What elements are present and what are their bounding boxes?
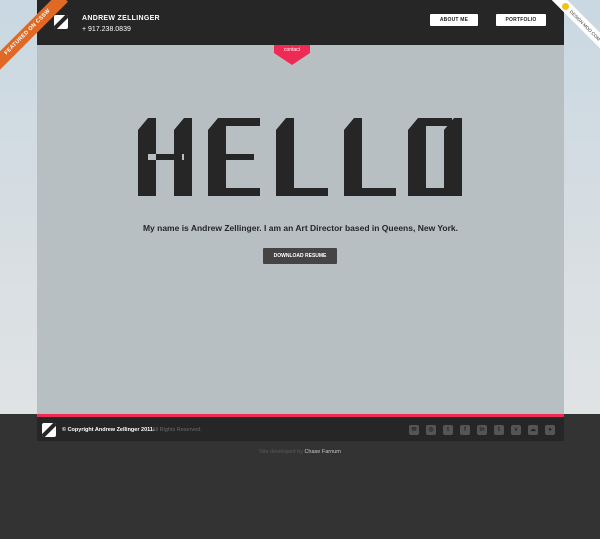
facebook-icon[interactable]: f [460, 425, 470, 435]
logo-icon[interactable] [54, 15, 68, 29]
hello-headline-art [138, 118, 462, 196]
contact-tab-label[interactable]: contact [274, 47, 310, 53]
letter-l-2 [344, 118, 396, 196]
tumblr-icon[interactable]: t [494, 425, 504, 435]
nav-portfolio-button[interactable]: PORTFOLIO [496, 14, 546, 26]
letter-l-1 [276, 118, 328, 196]
credit-prefix: Site developed by [259, 449, 303, 455]
intro-text: My name is Andrew Zellinger. I am an Art… [142, 223, 459, 233]
letter-o [408, 118, 462, 196]
vimeo-icon[interactable]: v [511, 425, 521, 435]
dribbble-icon[interactable]: ◎ [426, 425, 436, 435]
site-credit: Site developed by Chase Farnum [0, 449, 600, 455]
site-header [37, 0, 564, 45]
letter-h [138, 118, 192, 196]
linkedin-icon[interactable]: in [477, 425, 487, 435]
copyright-text: © Copyright Andrew Zellinger 2011. [62, 427, 155, 433]
footer-logo-icon[interactable] [42, 423, 56, 437]
letter-e [208, 118, 260, 196]
site-name: ANDREW ZELLINGER [82, 15, 160, 22]
credit-author-link[interactable]: Chase Farnum [304, 449, 340, 455]
download-resume-button[interactable]: DOWNLOAD RESUME [263, 248, 337, 264]
phone-number: + 917.238.0839 [82, 26, 131, 33]
location-icon[interactable]: ● [545, 425, 555, 435]
rights-text: All Rights Reserved. [152, 427, 202, 433]
email-icon[interactable]: ✉ [409, 425, 419, 435]
twitter-icon[interactable]: t [443, 425, 453, 435]
cloud-icon[interactable]: ☁ [528, 425, 538, 435]
badge-icon [562, 3, 569, 10]
nav-about-me-button[interactable]: ABOUT ME [430, 14, 478, 26]
